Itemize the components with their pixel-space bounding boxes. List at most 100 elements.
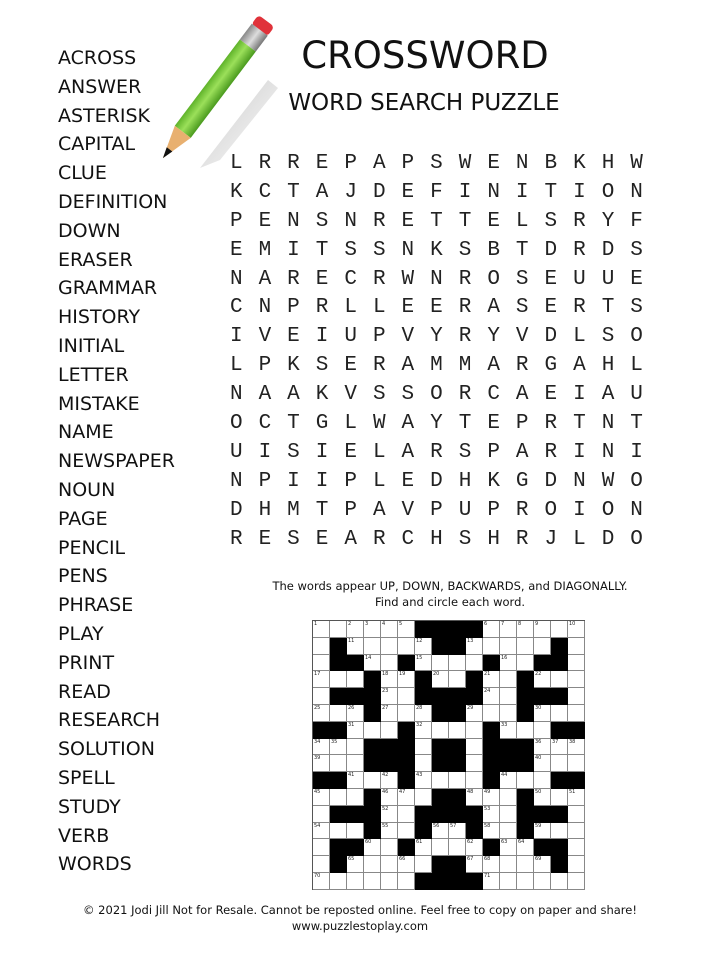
word-search-letter[interactable]: N — [394, 237, 423, 266]
word-search-letter[interactable]: R — [508, 526, 537, 555]
word-search-letter[interactable]: Y — [594, 208, 623, 237]
word-search-letter[interactable]: N — [222, 468, 251, 497]
word-search-letter[interactable]: L — [336, 410, 365, 439]
word-search-letter[interactable]: L — [222, 150, 251, 179]
word-search-letter[interactable]: P — [251, 352, 280, 381]
word-search-letter[interactable]: E — [537, 294, 566, 323]
word-search-letter[interactable]: Y — [422, 323, 451, 352]
word-search-letter[interactable]: I — [508, 179, 537, 208]
word-search-letter[interactable]: S — [365, 381, 394, 410]
word-search-letter[interactable]: I — [565, 497, 594, 526]
word-search-letter[interactable]: E — [222, 237, 251, 266]
word-search-letter[interactable]: N — [422, 266, 451, 295]
word-search-letter[interactable]: M — [451, 352, 480, 381]
word-search-letter[interactable]: P — [422, 497, 451, 526]
word-search-letter[interactable]: O — [594, 179, 623, 208]
word-search-letter[interactable]: K — [422, 237, 451, 266]
word-search-letter[interactable]: O — [622, 526, 651, 555]
word-search-letter[interactable]: T — [451, 410, 480, 439]
word-search-letter[interactable]: S — [422, 150, 451, 179]
word-search-letter[interactable]: F — [422, 179, 451, 208]
word-search-letter[interactable]: I — [308, 468, 337, 497]
word-search-letter[interactable]: I — [251, 439, 280, 468]
word-search-letter[interactable]: I — [279, 237, 308, 266]
word-search-letter[interactable]: Y — [422, 410, 451, 439]
word-search-letter[interactable]: V — [508, 323, 537, 352]
word-search-letter[interactable]: N — [622, 179, 651, 208]
word-search-letter[interactable]: R — [565, 237, 594, 266]
word-search-letter[interactable]: S — [365, 237, 394, 266]
word-search-letter[interactable]: D — [537, 468, 566, 497]
word-search-letter[interactable]: L — [565, 323, 594, 352]
word-search-letter[interactable]: E — [537, 381, 566, 410]
word-search-letter[interactable]: D — [594, 237, 623, 266]
word-search-letter[interactable]: A — [508, 439, 537, 468]
word-search-letter[interactable]: S — [279, 439, 308, 468]
word-search-letter[interactable]: A — [594, 381, 623, 410]
word-search-letter[interactable]: O — [479, 266, 508, 295]
word-search-letter[interactable]: E — [308, 266, 337, 295]
word-search-letter[interactable]: D — [537, 237, 566, 266]
word-search-letter[interactable]: U — [594, 266, 623, 295]
word-search-letter[interactable]: I — [222, 323, 251, 352]
word-search-letter[interactable]: W — [365, 410, 394, 439]
word-search-letter[interactable]: L — [365, 468, 394, 497]
word-search-letter[interactable]: S — [508, 294, 537, 323]
word-search-letter[interactable]: D — [365, 179, 394, 208]
word-search-letter[interactable]: A — [308, 179, 337, 208]
word-search-letter[interactable]: P — [365, 323, 394, 352]
word-search-letter[interactable]: K — [279, 352, 308, 381]
word-search-letter[interactable]: W — [451, 150, 480, 179]
word-search-letter[interactable]: S — [279, 526, 308, 555]
word-search-letter[interactable]: G — [537, 352, 566, 381]
word-search-letter[interactable]: D — [537, 323, 566, 352]
word-search-letter[interactable]: E — [479, 208, 508, 237]
word-search-letter[interactable]: T — [537, 179, 566, 208]
word-search-letter[interactable]: U — [336, 323, 365, 352]
word-search-letter[interactable]: V — [336, 381, 365, 410]
word-search-letter[interactable]: O — [622, 323, 651, 352]
word-search-letter[interactable]: R — [565, 208, 594, 237]
word-search-letter[interactable]: R — [308, 294, 337, 323]
word-search-letter[interactable]: K — [565, 150, 594, 179]
word-search-letter[interactable]: L — [222, 352, 251, 381]
word-search-letter[interactable]: H — [594, 352, 623, 381]
word-search-letter[interactable]: T — [451, 208, 480, 237]
word-search-letter[interactable]: U — [451, 497, 480, 526]
word-search-letter[interactable]: H — [422, 526, 451, 555]
word-search-letter[interactable]: P — [479, 497, 508, 526]
word-search-letter[interactable]: R — [537, 439, 566, 468]
word-search-letter[interactable]: A — [479, 352, 508, 381]
word-search-letter[interactable]: N — [508, 150, 537, 179]
word-search-letter[interactable]: P — [336, 468, 365, 497]
word-search-letter[interactable]: N — [251, 294, 280, 323]
word-search-letter[interactable]: U — [565, 266, 594, 295]
word-search-letter[interactable]: L — [336, 294, 365, 323]
word-search-letter[interactable]: H — [594, 150, 623, 179]
word-search-letter[interactable]: I — [622, 439, 651, 468]
word-search-letter[interactable]: H — [451, 468, 480, 497]
word-search-letter[interactable]: W — [594, 468, 623, 497]
word-search-letter[interactable]: H — [251, 497, 280, 526]
word-search-letter[interactable]: R — [365, 526, 394, 555]
word-search-letter[interactable]: A — [251, 381, 280, 410]
word-search-letter[interactable]: R — [508, 352, 537, 381]
word-search-letter[interactable]: I — [565, 381, 594, 410]
word-search-letter[interactable]: S — [308, 352, 337, 381]
word-search-letter[interactable]: C — [251, 410, 280, 439]
word-search-letter[interactable]: R — [451, 381, 480, 410]
word-search-letter[interactable]: W — [394, 266, 423, 295]
word-search-letter[interactable]: O — [537, 497, 566, 526]
word-search-letter[interactable]: J — [537, 526, 566, 555]
word-search-letter[interactable]: M — [251, 237, 280, 266]
word-search-letter[interactable]: K — [308, 381, 337, 410]
word-search-letter[interactable]: S — [537, 208, 566, 237]
word-search-letter[interactable]: A — [394, 439, 423, 468]
word-search-letter[interactable]: M — [279, 497, 308, 526]
word-search-letter[interactable]: A — [565, 352, 594, 381]
word-search-letter[interactable]: P — [251, 468, 280, 497]
word-search-letter[interactable]: R — [279, 150, 308, 179]
word-search-letter[interactable]: S — [336, 237, 365, 266]
word-search-letter[interactable]: T — [508, 237, 537, 266]
word-search-letter[interactable]: D — [422, 468, 451, 497]
